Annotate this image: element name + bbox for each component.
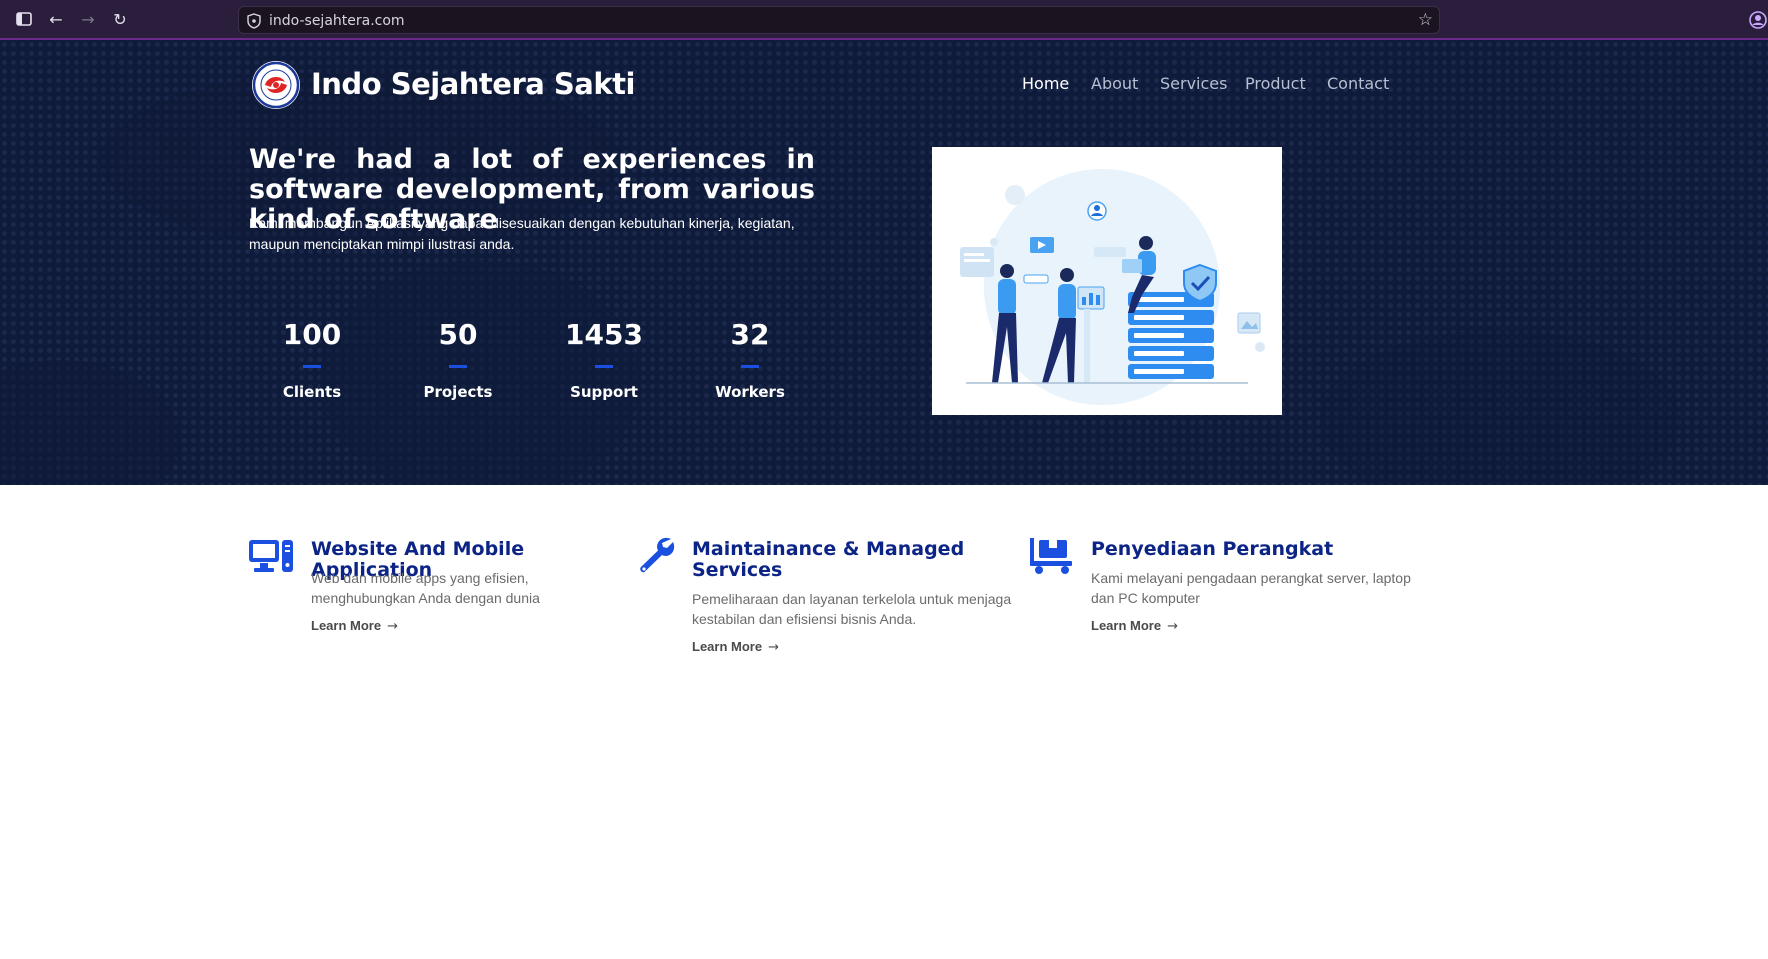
- stat-label: Support: [570, 383, 638, 401]
- service-description: Kami melayani pengadaan perangkat server…: [1091, 570, 1411, 606]
- hero-subtext: Kami membangun Aplikasi yang dapat dises…: [249, 215, 795, 252]
- stat-support: 1453 Support: [544, 318, 664, 401]
- company-logo[interactable]: [251, 60, 301, 110]
- stat-value: 100: [282, 318, 342, 351]
- dolly-icon: [1030, 538, 1072, 574]
- stat-value: 1453: [565, 318, 643, 351]
- learn-more-link[interactable]: Learn More →: [692, 639, 779, 655]
- stat-clients: 100 Clients: [252, 318, 372, 401]
- stat-divider: [303, 365, 321, 368]
- nav-home[interactable]: Home: [1022, 74, 1069, 93]
- stat-workers: 32 Workers: [690, 318, 810, 401]
- browser-toolbar: ← → ↻ indo-sejahtera.com ☆: [0, 0, 1768, 40]
- profile-icon[interactable]: [1748, 10, 1768, 30]
- shield-icon: [247, 13, 261, 29]
- nav-services[interactable]: Services: [1160, 74, 1227, 93]
- url-text: indo-sejahtera.com: [269, 13, 405, 29]
- arrow-right-icon: →: [1167, 619, 1178, 634]
- stat-label: Clients: [282, 383, 342, 401]
- stat-divider: [595, 365, 613, 368]
- stat-divider: [741, 365, 759, 368]
- hero-illustration: [932, 147, 1282, 415]
- desktop-icon: [249, 540, 293, 572]
- back-button[interactable]: ←: [46, 10, 66, 30]
- nav-about[interactable]: About: [1091, 74, 1138, 93]
- forward-button[interactable]: →: [78, 10, 98, 30]
- stat-projects: 50 Projects: [398, 318, 518, 401]
- arrow-right-icon: →: [387, 619, 398, 634]
- nav-contact[interactable]: Contact: [1327, 74, 1389, 93]
- nav-product[interactable]: Product: [1245, 74, 1306, 93]
- service-description: Pemeliharaan dan layanan terkelola untuk…: [692, 591, 1012, 627]
- wrench-icon: [640, 537, 675, 573]
- learn-more-link[interactable]: Learn More →: [311, 618, 398, 634]
- arrow-right-icon: →: [768, 640, 779, 655]
- learn-more-link[interactable]: Learn More →: [1091, 618, 1178, 634]
- stat-value: 50: [438, 318, 478, 351]
- service-title: Penyediaan Perangkat: [1091, 538, 1334, 560]
- service-title: Maintainance & Managed Services: [692, 538, 965, 581]
- sidebar-toggle-icon[interactable]: [14, 10, 34, 30]
- stat-label: Workers: [715, 383, 785, 401]
- learn-more-label: Learn More: [692, 639, 763, 654]
- stat-value: 32: [730, 318, 770, 351]
- reload-button[interactable]: ↻: [110, 10, 130, 30]
- service-description: Web dan mobile apps yang efisien, menghu…: [311, 570, 540, 606]
- stat-label: Projects: [423, 383, 493, 401]
- learn-more-label: Learn More: [1091, 618, 1162, 633]
- hero-section: Indo Sejahtera Sakti Home About Services…: [0, 40, 1768, 485]
- stat-divider: [449, 365, 467, 368]
- learn-more-label: Learn More: [311, 618, 382, 633]
- address-bar[interactable]: indo-sejahtera.com ☆: [238, 6, 1440, 34]
- bookmark-star-icon[interactable]: ☆: [1418, 10, 1433, 30]
- brand-name[interactable]: Indo Sejahtera Sakti: [311, 67, 635, 101]
